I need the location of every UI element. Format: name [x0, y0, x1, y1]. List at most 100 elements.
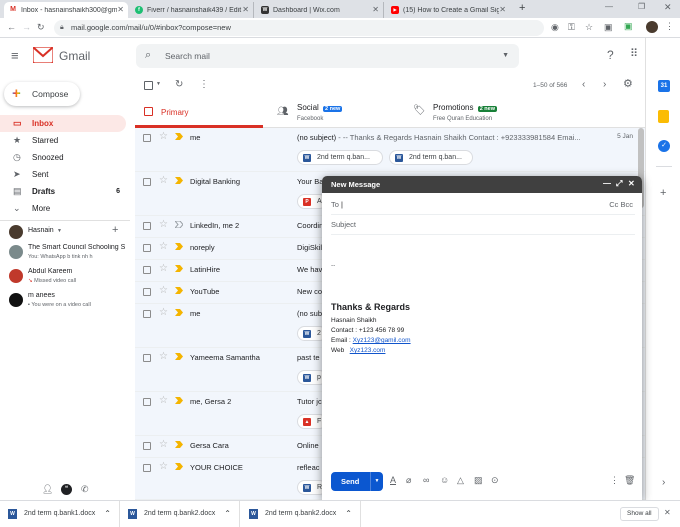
apps-grid-icon[interactable]: ⠿ [630, 49, 638, 60]
discard-draft-icon[interactable]: 🗑︎ [624, 476, 635, 485]
hangouts-user[interactable]: Hasnain ▼ + [8, 224, 130, 240]
email-link[interactable]: Xyz123@gamil.com [353, 337, 411, 344]
row-checkbox[interactable] [143, 354, 151, 362]
to-field[interactable]: To | Cc Bcc [331, 195, 635, 215]
help-icon[interactable]: ? [607, 49, 614, 61]
key-icon[interactable]: ⚿ [568, 23, 575, 32]
important-marker-icon[interactable] [175, 463, 183, 470]
star-toggle-icon[interactable]: ☆ [159, 439, 168, 450]
search-input[interactable]: ⌕ Search mail ▼ [136, 44, 519, 68]
more-options-icon[interactable]: ⋮ [199, 80, 209, 90]
star-toggle-icon[interactable]: ☆ [159, 351, 168, 362]
add-contact-icon[interactable]: + [112, 224, 118, 236]
send-options-icon[interactable]: ▼ [370, 472, 383, 491]
new-tab-button[interactable]: + [519, 3, 525, 14]
close-tab-icon[interactable]: ✕ [499, 5, 506, 14]
important-marker-icon[interactable] [175, 177, 183, 184]
download-item[interactable]: W 2nd term q.bank2.docx ⌃ [122, 501, 240, 527]
select-all-checkbox[interactable] [144, 81, 153, 90]
star-toggle-icon[interactable]: ☆ [159, 131, 168, 142]
chevron-up-icon[interactable]: ⌃ [104, 501, 111, 527]
browser-tab-wix[interactable]: W Dashboard | Wix.com ✕ [256, 2, 384, 18]
browser-tab-fiverr[interactable]: f Fiverr / hasnainshaik439 / Edit G... ✕ [130, 2, 254, 18]
row-checkbox[interactable] [143, 266, 151, 274]
search-options-icon[interactable]: ▼ [502, 52, 509, 59]
close-tab-icon[interactable]: ✕ [117, 5, 124, 14]
close-tab-icon[interactable]: ✕ [242, 5, 249, 14]
important-marker-icon[interactable] [175, 397, 183, 404]
compose-body[interactable]: -- Thanks & Regards Hasnain Shaikh Conta… [331, 236, 635, 466]
calendar-icon[interactable]: 31 [658, 80, 670, 92]
refresh-icon[interactable]: ↻ [175, 80, 183, 90]
tab-primary[interactable]: Primary [135, 98, 263, 128]
tab-promotions[interactable]: 🏷︎ Promotions 2 new Free Quran Education [407, 98, 535, 128]
important-marker-icon[interactable] [175, 353, 183, 360]
keep-icon[interactable] [658, 110, 669, 123]
close-window-icon[interactable]: ✕ [664, 3, 672, 12]
star-toggle-icon[interactable]: ☆ [159, 219, 168, 230]
row-checkbox[interactable] [143, 134, 151, 142]
download-item[interactable]: W 2nd term q.bank1.docx ⌃ [2, 501, 120, 527]
row-checkbox[interactable] [143, 178, 151, 186]
drive-icon[interactable]: △ [457, 476, 464, 485]
back-arrow-icon[interactable]: ← [7, 23, 16, 32]
bookmark-star-icon[interactable]: ☆ [585, 23, 593, 32]
important-marker-icon[interactable] [175, 287, 183, 294]
important-marker-icon[interactable] [175, 221, 183, 228]
row-checkbox[interactable] [143, 288, 151, 296]
star-toggle-icon[interactable]: ☆ [159, 263, 168, 274]
minimize-icon[interactable]: — [603, 180, 611, 188]
row-checkbox[interactable] [143, 398, 151, 406]
nav-item-more[interactable]: ⌄ More [0, 200, 126, 217]
more-options-icon[interactable]: ⋮ [610, 476, 619, 485]
compose-button[interactable]: + Compose [4, 82, 80, 106]
star-toggle-icon[interactable]: ☆ [159, 175, 168, 186]
expand-panel-icon[interactable]: › [662, 478, 665, 488]
browser-menu-icon[interactable]: ⋮ [665, 22, 674, 31]
row-checkbox[interactable] [143, 310, 151, 318]
star-toggle-icon[interactable]: ☆ [159, 285, 168, 296]
hangouts-contact[interactable]: m anees ▪ You were on a video call [8, 292, 130, 314]
star-toggle-icon[interactable]: ☆ [159, 307, 168, 318]
profile-avatar[interactable] [646, 21, 658, 33]
close-icon[interactable]: ✕ [628, 180, 635, 188]
hangouts-chat-icon[interactable]: ❝ [61, 484, 72, 495]
important-marker-icon[interactable] [175, 265, 183, 272]
add-on-plus-icon[interactable]: + [660, 188, 666, 199]
select-dropdown-icon[interactable]: ▼ [156, 82, 161, 87]
fullscreen-icon[interactable]: ⤢ [616, 180, 622, 188]
row-checkbox[interactable] [143, 244, 151, 252]
nav-item-snoozed[interactable]: ◷ Snoozed [0, 149, 126, 166]
star-toggle-icon[interactable]: ☆ [159, 461, 168, 472]
extension-green-icon[interactable]: ▣ [624, 22, 633, 31]
restore-window-icon[interactable]: ❐ [638, 3, 645, 11]
extension-icon[interactable]: ▣ [604, 23, 613, 32]
download-item[interactable]: W 2nd term q.bank2.docx ⌃ [243, 501, 361, 527]
nav-item-inbox[interactable]: ▭ Inbox [0, 115, 126, 132]
prev-page-icon[interactable]: ‹ [582, 80, 585, 90]
star-toggle-icon[interactable]: ☆ [159, 241, 168, 252]
nav-item-sent[interactable]: ➤ Sent [0, 166, 126, 183]
insert-photo-icon[interactable]: ▨ [474, 476, 483, 485]
formatting-icon[interactable]: A [390, 476, 396, 485]
tab-social[interactable]: 👥︎ Social 2 new Facebook [271, 98, 399, 128]
close-tab-icon[interactable]: ✕ [372, 5, 379, 14]
web-link[interactable]: Xyz123.com [350, 347, 386, 354]
hangouts-contact[interactable]: Abdul Kareem ↘ Missed video call [8, 268, 130, 290]
contacts-person-icon[interactable]: 👤︎ [42, 485, 53, 494]
attachment-chip[interactable]: W 2nd term q.ban... [297, 150, 383, 165]
nav-item-drafts[interactable]: ▤ Drafts 6 [0, 183, 126, 200]
chevron-up-icon[interactable]: ⌃ [345, 501, 352, 527]
close-download-bar-icon[interactable]: ✕ [664, 509, 671, 517]
important-marker-icon[interactable] [175, 133, 183, 140]
email-row[interactable]: ☆ me (no subject) - -- Thanks & Regards … [135, 128, 645, 172]
nav-item-starred[interactable]: ★ Starred [0, 132, 126, 149]
row-checkbox[interactable] [143, 442, 151, 450]
cc-bcc-link[interactable]: Cc Bcc [609, 195, 633, 215]
emoji-icon[interactable]: ☺ [440, 476, 449, 485]
url-input[interactable]: 🔒︎ mail.google.com/mail/u/0/#inbox?compo… [54, 20, 544, 36]
insert-link-icon[interactable]: ∞ [423, 476, 429, 485]
tasks-icon[interactable]: ✓ [658, 140, 670, 152]
dropdown-arrow-icon[interactable]: ▼ [57, 228, 62, 234]
row-checkbox[interactable] [143, 222, 151, 230]
